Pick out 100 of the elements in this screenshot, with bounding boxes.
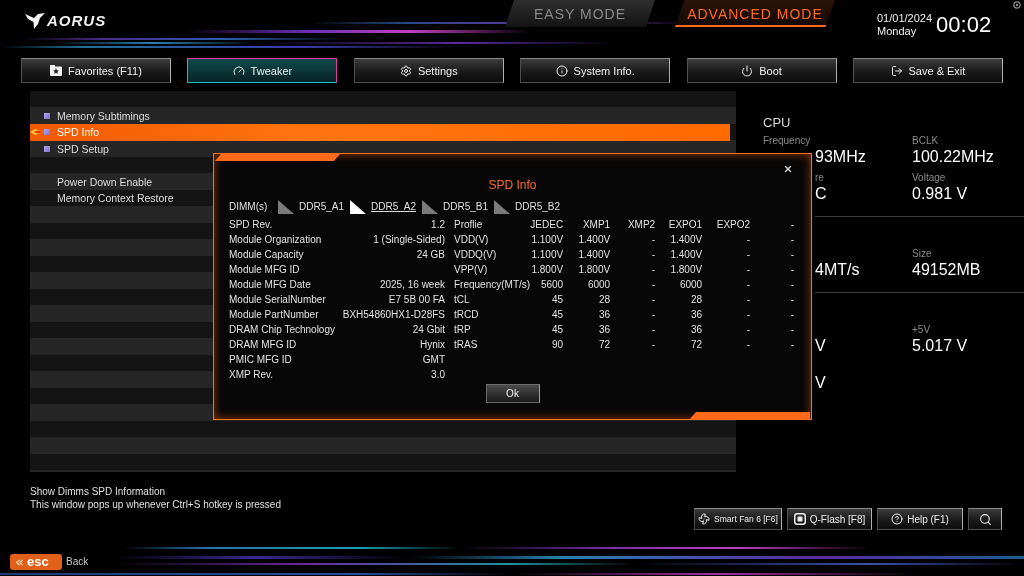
stat-value: 4MT/s (815, 260, 860, 280)
search-button[interactable] (968, 508, 1002, 530)
field-label: DIMM(s) (229, 200, 269, 214)
table-cell-text: - (651, 248, 656, 262)
hotkey-button[interactable]: Help (F1) (877, 508, 963, 530)
table-cell-text: 72 (599, 338, 611, 352)
dimm-tab[interactable]: DDR5_A1 (278, 200, 350, 214)
triangle-icon (278, 200, 294, 214)
stat-value: V (815, 336, 826, 356)
info-value: 2025, 16 week (379, 278, 445, 292)
nav-tab[interactable]: Favorites (F11) (21, 58, 171, 83)
menu-item[interactable]: SPD Setup (30, 140, 730, 157)
table-cell-text: 36 (599, 323, 611, 337)
table-cell-text: - (651, 233, 656, 247)
nav-tab[interactable]: Save & Exit (852, 58, 1003, 83)
table-cell-text: 72 (691, 338, 703, 352)
logo-text: AORUS (47, 12, 107, 30)
power-icon (741, 64, 754, 77)
hotkey-button[interactable]: Smart Fan 6 [F6] (694, 508, 782, 530)
gauge-icon (232, 64, 245, 77)
menu-item[interactable]: Memory Subtimings (30, 107, 730, 124)
mode-tab[interactable]: EASY MODE (505, 0, 655, 27)
table-cell-text: 1.100V (531, 233, 564, 247)
row-label: tRCD (454, 308, 479, 322)
info-value: E7 5B 00 FA (388, 293, 445, 307)
row-label: VDD(V) (454, 233, 489, 247)
table-cell-text: 45 (552, 308, 564, 322)
table-cell-text: - (651, 278, 656, 292)
triangle-icon (422, 200, 438, 214)
stat-value: 5.017 V (912, 336, 968, 356)
weekday-text: Monday (877, 25, 918, 38)
stat-label: Frequency (763, 135, 811, 147)
table-cell-text: 6000 (679, 278, 703, 292)
nav-tab[interactable]: System Info. (520, 58, 671, 83)
clock-time: 00:02 (936, 12, 992, 38)
column-header: EXPO2 (716, 218, 751, 232)
info-value: 1.2 (431, 218, 445, 232)
bullet-icon (44, 112, 50, 119)
table-cell-text: - (651, 263, 656, 277)
table-cell-text: 1.400V (578, 233, 611, 247)
flame-icon (30, 127, 44, 138)
table-cell-text: - (746, 233, 751, 247)
table-cell-text: - (746, 248, 751, 262)
table-cell-text: 90 (552, 338, 564, 352)
table-cell-text: 36 (599, 308, 611, 322)
info-value: BXH54860HX1-D28FS (342, 308, 445, 322)
dimm-tab[interactable]: DDR5_B1 (422, 200, 494, 214)
ok-button[interactable]: Ok (485, 384, 540, 403)
table-cell-text: - (651, 323, 656, 337)
table-cell-text: - (790, 233, 795, 247)
table-cell-text: 45 (552, 323, 564, 337)
bullet-icon (44, 145, 50, 152)
info-icon (555, 64, 568, 77)
nav-tab[interactable]: Settings (353, 58, 504, 83)
info-label: XMP Rev. (229, 368, 274, 382)
square-icon (793, 513, 806, 525)
eagle-icon (25, 13, 45, 29)
table-cell-text: 1.400V (670, 248, 703, 262)
nav-tab[interactable]: Boot (686, 58, 837, 83)
close-icon[interactable] (783, 164, 793, 174)
column-header: JEDEC (530, 218, 564, 232)
column-header: EXPO1 (668, 218, 703, 232)
column-header: XMP2 (627, 218, 656, 232)
hotkey-button[interactable]: Q-Flash [F8] (787, 508, 872, 530)
row-label: tCL (454, 293, 470, 307)
table-cell-text: - (746, 263, 751, 277)
info-value: GMT (422, 353, 445, 367)
table-cell-text: - (790, 263, 795, 277)
fan-icon (698, 513, 711, 525)
info-label: DRAM MFG ID (229, 338, 297, 352)
table-cell-text: - (746, 278, 751, 292)
table-cell-text: - (746, 293, 751, 307)
table-cell-text: - (790, 293, 795, 307)
stat-value: V (815, 373, 826, 393)
stat-value: 100.22MHz (912, 147, 994, 167)
stat-value: 0.981 V (912, 184, 968, 204)
dimm-tab[interactable]: DDR5_A2 (350, 200, 422, 214)
table-cell-text: 36 (691, 308, 703, 322)
info-label: Module SerialNumber (229, 293, 326, 307)
table-cell-text: 1.800V (531, 263, 564, 277)
table-cell-text: - (790, 323, 795, 337)
stat-label: re (815, 172, 824, 184)
search-icon (978, 512, 992, 526)
settings-icon (399, 64, 412, 77)
description-text: Show Dimms SPD Information (30, 485, 166, 498)
table-cell-text: 1.400V (670, 233, 703, 247)
info-value: 3.0 (431, 368, 445, 382)
mode-tab[interactable]: ADVANCED MODE (675, 0, 835, 27)
stat-value: 93MHz (815, 147, 866, 167)
ring-icon[interactable] (1013, 1, 1021, 9)
description-text: This window pops up whenever Ctrl+S hotkey is pressed (30, 498, 281, 511)
table-cell-text: - (651, 293, 656, 307)
dimm-tab[interactable]: DDR5_B2 (494, 200, 566, 214)
info-value: 1 (Single-Sided) (373, 233, 445, 247)
table-cell-text: 1.400V (578, 248, 611, 262)
back-key[interactable]: esc (10, 554, 62, 570)
info-label: Module MFG ID (229, 263, 300, 277)
nav-tab[interactable]: Tweaker (187, 58, 338, 83)
info-label: Module MFG Date (229, 278, 311, 292)
row-label: tRP (454, 323, 471, 337)
